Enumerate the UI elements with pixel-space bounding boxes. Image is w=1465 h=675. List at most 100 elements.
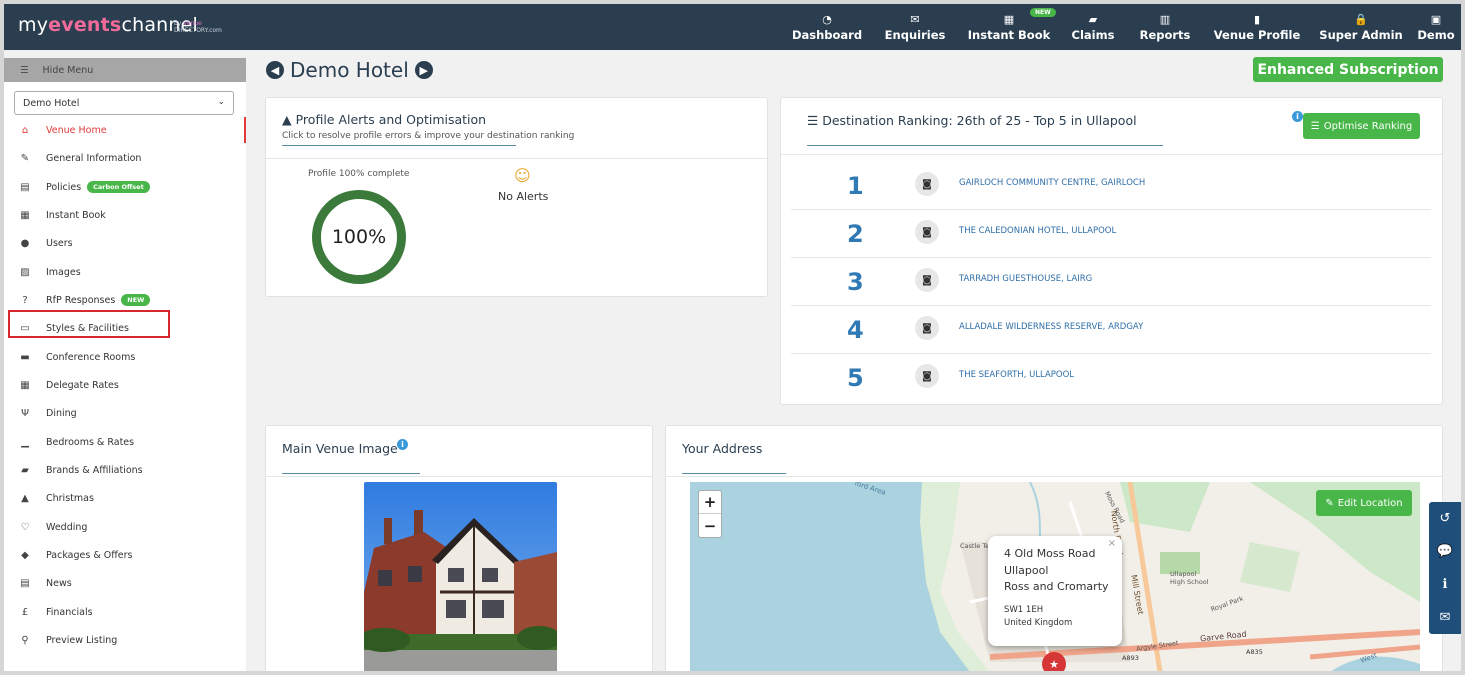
history-icon[interactable]: ↺ xyxy=(1429,502,1461,535)
address-line-3: Ross and Cromarty xyxy=(1004,580,1109,593)
bar-chart-icon: ▥ xyxy=(1159,12,1171,26)
profile-complete-label: Profile 100% complete xyxy=(308,169,410,179)
close-icon[interactable]: × xyxy=(1108,538,1116,549)
sidebar-item-news[interactable]: ▤ News xyxy=(4,570,246,596)
card-divider xyxy=(666,476,1442,477)
destination-ranking-title: ☰ Destination Ranking: 26th of 25 - Top … xyxy=(807,113,1137,128)
optimise-ranking-button[interactable]: ☰ Optimise Ranking xyxy=(1303,113,1420,139)
sidebar-item-financials[interactable]: £ Financials xyxy=(4,599,246,625)
sidebar-item-policies[interactable]: ▤ Policies Carbon Offset xyxy=(4,174,246,200)
nav-claims[interactable]: ▰ Claims xyxy=(1070,4,1116,50)
arrow-left-icon[interactable]: ◀ xyxy=(266,61,284,79)
address-card: Your Address North Road Mill Street Garv… xyxy=(665,425,1443,671)
nav-enquiries[interactable]: ✉ Enquiries xyxy=(885,4,946,50)
table-row: 4 ◙ ALLADALE WILDERNESS RESERVE, ARDGAY xyxy=(791,306,1431,354)
main-venue-image-card: Main Venue Image i xyxy=(265,425,653,671)
newspaper-icon: ▤ xyxy=(20,577,30,589)
address-line-1: 4 Old Moss Road xyxy=(1004,547,1096,560)
map-marker-icon[interactable]: ★ xyxy=(1042,652,1066,671)
venue-link[interactable]: GAIRLOCH COMMUNITY CENTRE, GAIRLOCH xyxy=(959,178,1145,188)
chat-icon[interactable]: 💬 xyxy=(1429,535,1461,568)
map-label-a893: A893 xyxy=(1122,654,1139,662)
floating-action-bar: ↺ 💬 ℹ ✉ xyxy=(1429,502,1461,634)
highlight-box xyxy=(8,310,170,338)
profile-alerts-subtitle[interactable]: Click to resolve profile errors & improv… xyxy=(282,131,574,141)
enhanced-subscription-button[interactable]: Enhanced Subscription xyxy=(1253,57,1443,82)
search-icon: ⚲ xyxy=(21,634,29,646)
brand-logo-sub: by venue DIRECTORY.com xyxy=(174,20,222,34)
nav-instant-book[interactable]: ▦ Instant Book NEW xyxy=(968,4,1056,50)
brand-logo[interactable]: myeventschannel xyxy=(18,14,198,36)
no-alerts-label: No Alerts xyxy=(498,190,549,203)
venue-link[interactable]: TARRADH GUESTHOUSE, LAIRG xyxy=(959,274,1092,284)
sidebar-item-christmas[interactable]: ▲ Christmas xyxy=(4,485,246,511)
card-divider xyxy=(781,154,1442,155)
hide-menu-button[interactable]: ☰ Hide Menu xyxy=(4,58,246,82)
cutlery-icon: Ψ xyxy=(21,407,29,419)
envelope-icon[interactable]: ✉ xyxy=(1429,601,1461,634)
venue-link[interactable]: THE CALEDONIAN HOTEL, ULLAPOOL xyxy=(959,226,1116,236)
arrow-right-icon[interactable]: ▶ xyxy=(414,61,433,79)
book-icon: ▰ xyxy=(21,464,29,476)
sidebar-item-packages-offers[interactable]: ◆ Packages & Offers xyxy=(4,542,246,568)
sidebar-item-wedding[interactable]: ♡ Wedding xyxy=(4,514,246,540)
nav-demo-user[interactable]: ▣ Demo xyxy=(1416,4,1456,50)
sidebar-item-delegate-rates[interactable]: ▦ Delegate Rates xyxy=(4,372,246,398)
sidebar-item-instant-book[interactable]: ▦ Instant Book xyxy=(4,202,246,228)
zoom-out-button[interactable]: − xyxy=(699,514,721,537)
profile-alerts-card: ▲ Profile Alerts and Optimisation Click … xyxy=(265,97,768,297)
map-label-a835: A835 xyxy=(1246,648,1263,656)
nav-venue-profile[interactable]: ▮ Venue Profile xyxy=(1214,4,1301,50)
title-underline xyxy=(682,473,786,474)
nav-dashboard[interactable]: ◔ Dashboard xyxy=(792,4,862,50)
question-icon: ? xyxy=(22,294,28,306)
info-icon[interactable]: i xyxy=(1292,111,1303,122)
sidebar-item-bedrooms-rates[interactable]: ▁ Bedrooms & Rates xyxy=(4,429,246,455)
calculator-icon: ▦ xyxy=(20,379,30,391)
lock-icon: 🔒 xyxy=(1354,12,1368,26)
nav-super-admin[interactable]: 🔒 Super Admin xyxy=(1319,4,1402,50)
heart-icon: ♡ xyxy=(20,521,30,533)
table-row: 5 ◙ THE SEAFORTH, ULLAPOOL xyxy=(791,354,1431,402)
sidebar: ☰ Hide Menu Demo Hotel ⌄ ⌂ Venue Home ✎ … xyxy=(4,58,246,671)
zoom-in-button[interactable]: + xyxy=(699,491,721,514)
sidebar-item-images[interactable]: ▨ Images xyxy=(4,259,246,285)
sidebar-item-conference-rooms[interactable]: ▬ Conference Rooms xyxy=(4,344,246,370)
address-map[interactable]: North Road Mill Street Garve Road Ullapo… xyxy=(690,482,1420,671)
rank-number: 5 xyxy=(847,364,864,392)
info-icon[interactable]: i xyxy=(397,439,408,450)
edit-icon: ✎ xyxy=(20,152,30,164)
address-line-2: Ullapool xyxy=(1004,563,1049,577)
tachometer-icon: ◔ xyxy=(822,12,832,26)
venue-link[interactable]: ALLADALE WILDERNESS RESERVE, ARDGAY xyxy=(959,322,1143,332)
pound-icon: £ xyxy=(21,606,29,618)
edit-location-button[interactable]: ✎ Edit Location xyxy=(1316,490,1412,516)
venue-link[interactable]: THE SEAFORTH, ULLAPOOL xyxy=(959,370,1074,380)
table-row: 1 ◙ GAIRLOCH COMMUNITY CENTRE, GAIRLOCH xyxy=(791,162,1431,210)
list-icon: ☰ xyxy=(807,113,819,128)
book-icon: ▰ xyxy=(1088,12,1098,26)
top-navbar: myeventschannel by venue DIRECTORY.com ◔ … xyxy=(4,4,1461,50)
chevron-down-icon: ⌄ xyxy=(217,97,225,107)
hamburger-icon: ☰ xyxy=(20,64,29,76)
info-icon[interactable]: ℹ xyxy=(1429,568,1461,601)
venue-photo[interactable] xyxy=(364,482,557,671)
carbon-offset-badge: Carbon Offset xyxy=(87,181,150,193)
envelope-icon: ✉ xyxy=(910,12,920,26)
sidebar-item-dining[interactable]: Ψ Dining xyxy=(4,400,246,426)
sidebar-item-brands-affiliations[interactable]: ▰ Brands & Affiliations xyxy=(4,457,246,483)
smile-icon: ☺ xyxy=(514,166,531,185)
nav-reports[interactable]: ▥ Reports xyxy=(1140,4,1191,50)
camera-icon: ◙ xyxy=(915,364,939,388)
sidebar-item-preview-listing[interactable]: ⚲ Preview Listing xyxy=(4,627,246,653)
camera-icon: ◙ xyxy=(915,172,939,196)
sidebar-item-general-information[interactable]: ✎ General Information xyxy=(4,145,246,171)
rank-number: 3 xyxy=(847,268,864,296)
sidebar-item-users[interactable]: ● Users xyxy=(4,230,246,256)
calendar-icon: ▦ xyxy=(20,209,30,221)
table-row: 3 ◙ TARRADH GUESTHOUSE, LAIRG xyxy=(791,258,1431,306)
venue-select[interactable]: Demo Hotel ⌄ xyxy=(14,91,234,115)
card-divider xyxy=(266,158,767,159)
sidebar-item-venue-home[interactable]: ⌂ Venue Home xyxy=(4,117,246,143)
map-zoom-control: + − xyxy=(698,490,722,538)
